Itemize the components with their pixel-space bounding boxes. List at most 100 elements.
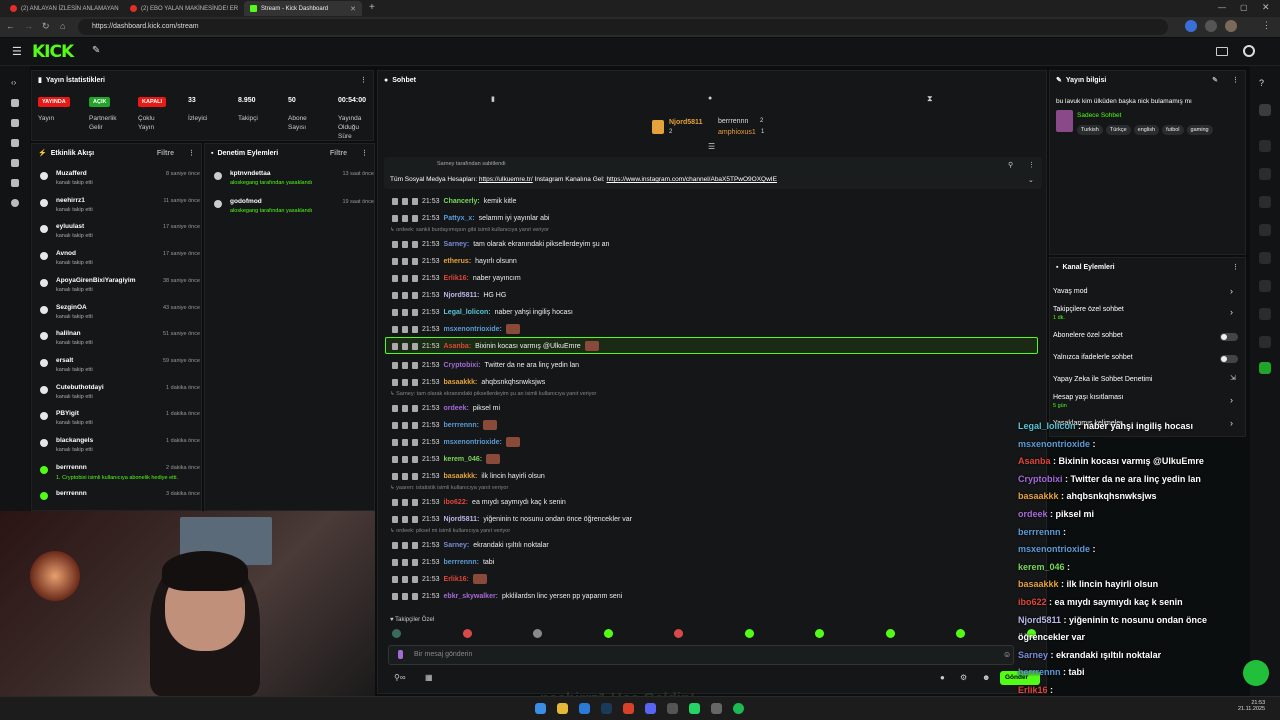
chat-message[interactable]: 21:53 Erlik16: naber yayıncım <box>392 271 521 285</box>
profile-avatar[interactable] <box>1225 20 1237 32</box>
timeout-icon[interactable] <box>402 438 408 446</box>
chart-icon[interactable] <box>1259 280 1271 292</box>
ban-icon[interactable] <box>412 472 418 480</box>
emote-icon[interactable] <box>885 629 895 638</box>
delete-message-icon[interactable] <box>392 541 398 549</box>
chat-message[interactable]: 21:53 Njord5811: HG HG <box>392 288 506 302</box>
ban-icon[interactable] <box>412 342 418 350</box>
ai-moderation-option[interactable]: Yapay Zeka ile Sohbet Denetimi <box>1053 376 1152 383</box>
filter-button[interactable]: Filtre <box>157 150 174 157</box>
timeout-icon[interactable] <box>402 421 408 429</box>
emote-icon[interactable] <box>603 629 613 638</box>
users-icon[interactable]: ☻ <box>982 673 990 682</box>
chevron-right-icon[interactable]: › <box>1230 307 1233 317</box>
chat-message[interactable]: 21:53 Pattyx_x: selamm iyi yayınlar abi <box>392 211 549 225</box>
message-username[interactable]: Cryptobixi: <box>444 362 481 369</box>
trophy-icon[interactable] <box>11 119 19 127</box>
message-username[interactable]: msxenontrioxide: <box>444 326 502 333</box>
message-username[interactable]: Sarney: <box>444 542 470 549</box>
message-username[interactable]: kerem_046: <box>444 456 483 463</box>
kick-app-icon[interactable] <box>1243 45 1255 57</box>
chevron-right-icon[interactable]: › <box>1230 418 1233 428</box>
pin-icon[interactable]: ⚲∞ <box>394 673 406 682</box>
chat-message[interactable]: 21:53 Erlik16: <box>392 572 487 586</box>
activity-username[interactable]: Cutebuthotdayi <box>56 384 104 391</box>
delete-message-icon[interactable] <box>392 342 398 350</box>
lightning-icon[interactable] <box>1259 168 1271 180</box>
chat-message[interactable]: 21:53 Chancerly: kemik kitle <box>392 194 516 208</box>
app-icon[interactable] <box>667 703 678 714</box>
layout-icon[interactable] <box>1216 47 1228 56</box>
chat-message[interactable]: 21:53 ibo622: ea mıydı saymıydı kaç k seni… <box>392 495 566 509</box>
ban-icon[interactable] <box>412 378 418 386</box>
pinned-link[interactable]: https://www.instagram.com/channel/AbaX5T… <box>606 176 777 183</box>
chat-message[interactable]: 21:53 ebkr_skywalker: pkklilardsn linc yer… <box>392 589 622 603</box>
browser-tab-active[interactable]: Stream - Kick Dashboard ✕ <box>244 1 362 16</box>
clipboard-icon[interactable] <box>1259 196 1271 208</box>
delete-message-icon[interactable] <box>392 575 398 583</box>
more-icon[interactable]: ⋮ <box>1028 161 1035 169</box>
ban-icon[interactable] <box>412 197 418 205</box>
kick-green-icon[interactable] <box>1259 362 1271 374</box>
chat-message[interactable]: 21:53 berrrennn: tabi <box>392 555 494 569</box>
delete-message-icon[interactable] <box>392 515 398 523</box>
top-user-name[interactable]: Njord5811 <box>669 119 702 126</box>
timeout-icon[interactable] <box>402 592 408 600</box>
chat-message[interactable]: 21:53 msxenontrioxide: <box>392 322 520 336</box>
unpin-icon[interactable]: ⚲ <box>1008 161 1013 169</box>
broadcast-icon[interactable] <box>1259 252 1271 264</box>
expand-icon[interactable]: ☰ <box>708 142 715 151</box>
trash-icon[interactable]: ▮ <box>491 95 495 103</box>
home-icon[interactable]: ⌂ <box>60 21 65 31</box>
close-window-icon[interactable]: ✕ <box>1262 2 1270 13</box>
message-username[interactable]: Asanba: <box>444 343 472 350</box>
external-link-icon[interactable]: ⇲ <box>1230 374 1236 382</box>
chat-icon[interactable] <box>1259 224 1271 236</box>
url-field[interactable]: https://dashboard.kick.com/stream <box>78 19 1168 35</box>
category-name[interactable]: Sadece Sohbet <box>1077 112 1121 119</box>
timeout-icon[interactable] <box>402 541 408 549</box>
message-username[interactable]: berrrennn: <box>444 559 479 566</box>
extensions-icon[interactable] <box>1205 20 1217 32</box>
emote-icon[interactable] <box>392 629 401 638</box>
chat-bubble-icon[interactable]: ● <box>708 95 712 102</box>
chevron-down-icon[interactable]: ⌄ <box>1028 176 1034 184</box>
ban-icon[interactable] <box>412 404 418 412</box>
timeout-icon[interactable] <box>402 291 408 299</box>
message-username[interactable]: Chancerly: <box>444 198 480 205</box>
timeout-icon[interactable] <box>402 515 408 523</box>
message-username[interactable]: Njord5811: <box>444 516 480 523</box>
ban-icon[interactable] <box>412 274 418 282</box>
chevron-right-icon[interactable]: › <box>1230 286 1233 296</box>
more-icon[interactable]: ⋮ <box>360 76 367 84</box>
delete-message-icon[interactable] <box>392 438 398 446</box>
minimize-icon[interactable]: — <box>1218 3 1226 12</box>
account-age-option[interactable]: Hesap yaşı kısıtlaması <box>1053 394 1123 401</box>
chat-message[interactable]: 21:53 berrrennn: <box>392 418 497 432</box>
delete-message-icon[interactable] <box>392 274 398 282</box>
chevron-right-icon[interactable]: › <box>1230 395 1233 405</box>
settings-icon[interactable] <box>11 199 19 207</box>
forward-icon[interactable]: → <box>24 21 33 31</box>
spotify-icon[interactable] <box>733 703 744 714</box>
emote-icon[interactable] <box>462 629 472 638</box>
timeout-icon[interactable] <box>402 257 408 265</box>
top-user-name[interactable]: amphioxus1 <box>718 129 756 136</box>
app-icon[interactable] <box>711 703 722 714</box>
chat-message[interactable]: 21:53 Sarney: ekrandaki ışıltılı noktalar <box>392 538 549 552</box>
video-icon[interactable] <box>11 139 19 147</box>
emote-icon[interactable] <box>674 629 683 638</box>
dashboard-icon[interactable] <box>11 99 19 107</box>
ban-icon[interactable] <box>412 498 418 506</box>
edit-icon[interactable]: ✎ <box>1212 76 1218 84</box>
delete-message-icon[interactable] <box>392 361 398 369</box>
ban-icon[interactable] <box>412 575 418 583</box>
pin-icon[interactable]: ✎ <box>92 45 100 56</box>
timeout-icon[interactable] <box>402 274 408 282</box>
activity-username[interactable]: Avnod <box>56 250 76 257</box>
windows-start-icon[interactable] <box>535 703 546 714</box>
delete-message-icon[interactable] <box>392 214 398 222</box>
kick-logo[interactable]: KICK <box>32 42 74 62</box>
ban-icon[interactable] <box>412 438 418 446</box>
timeout-icon[interactable] <box>402 558 408 566</box>
